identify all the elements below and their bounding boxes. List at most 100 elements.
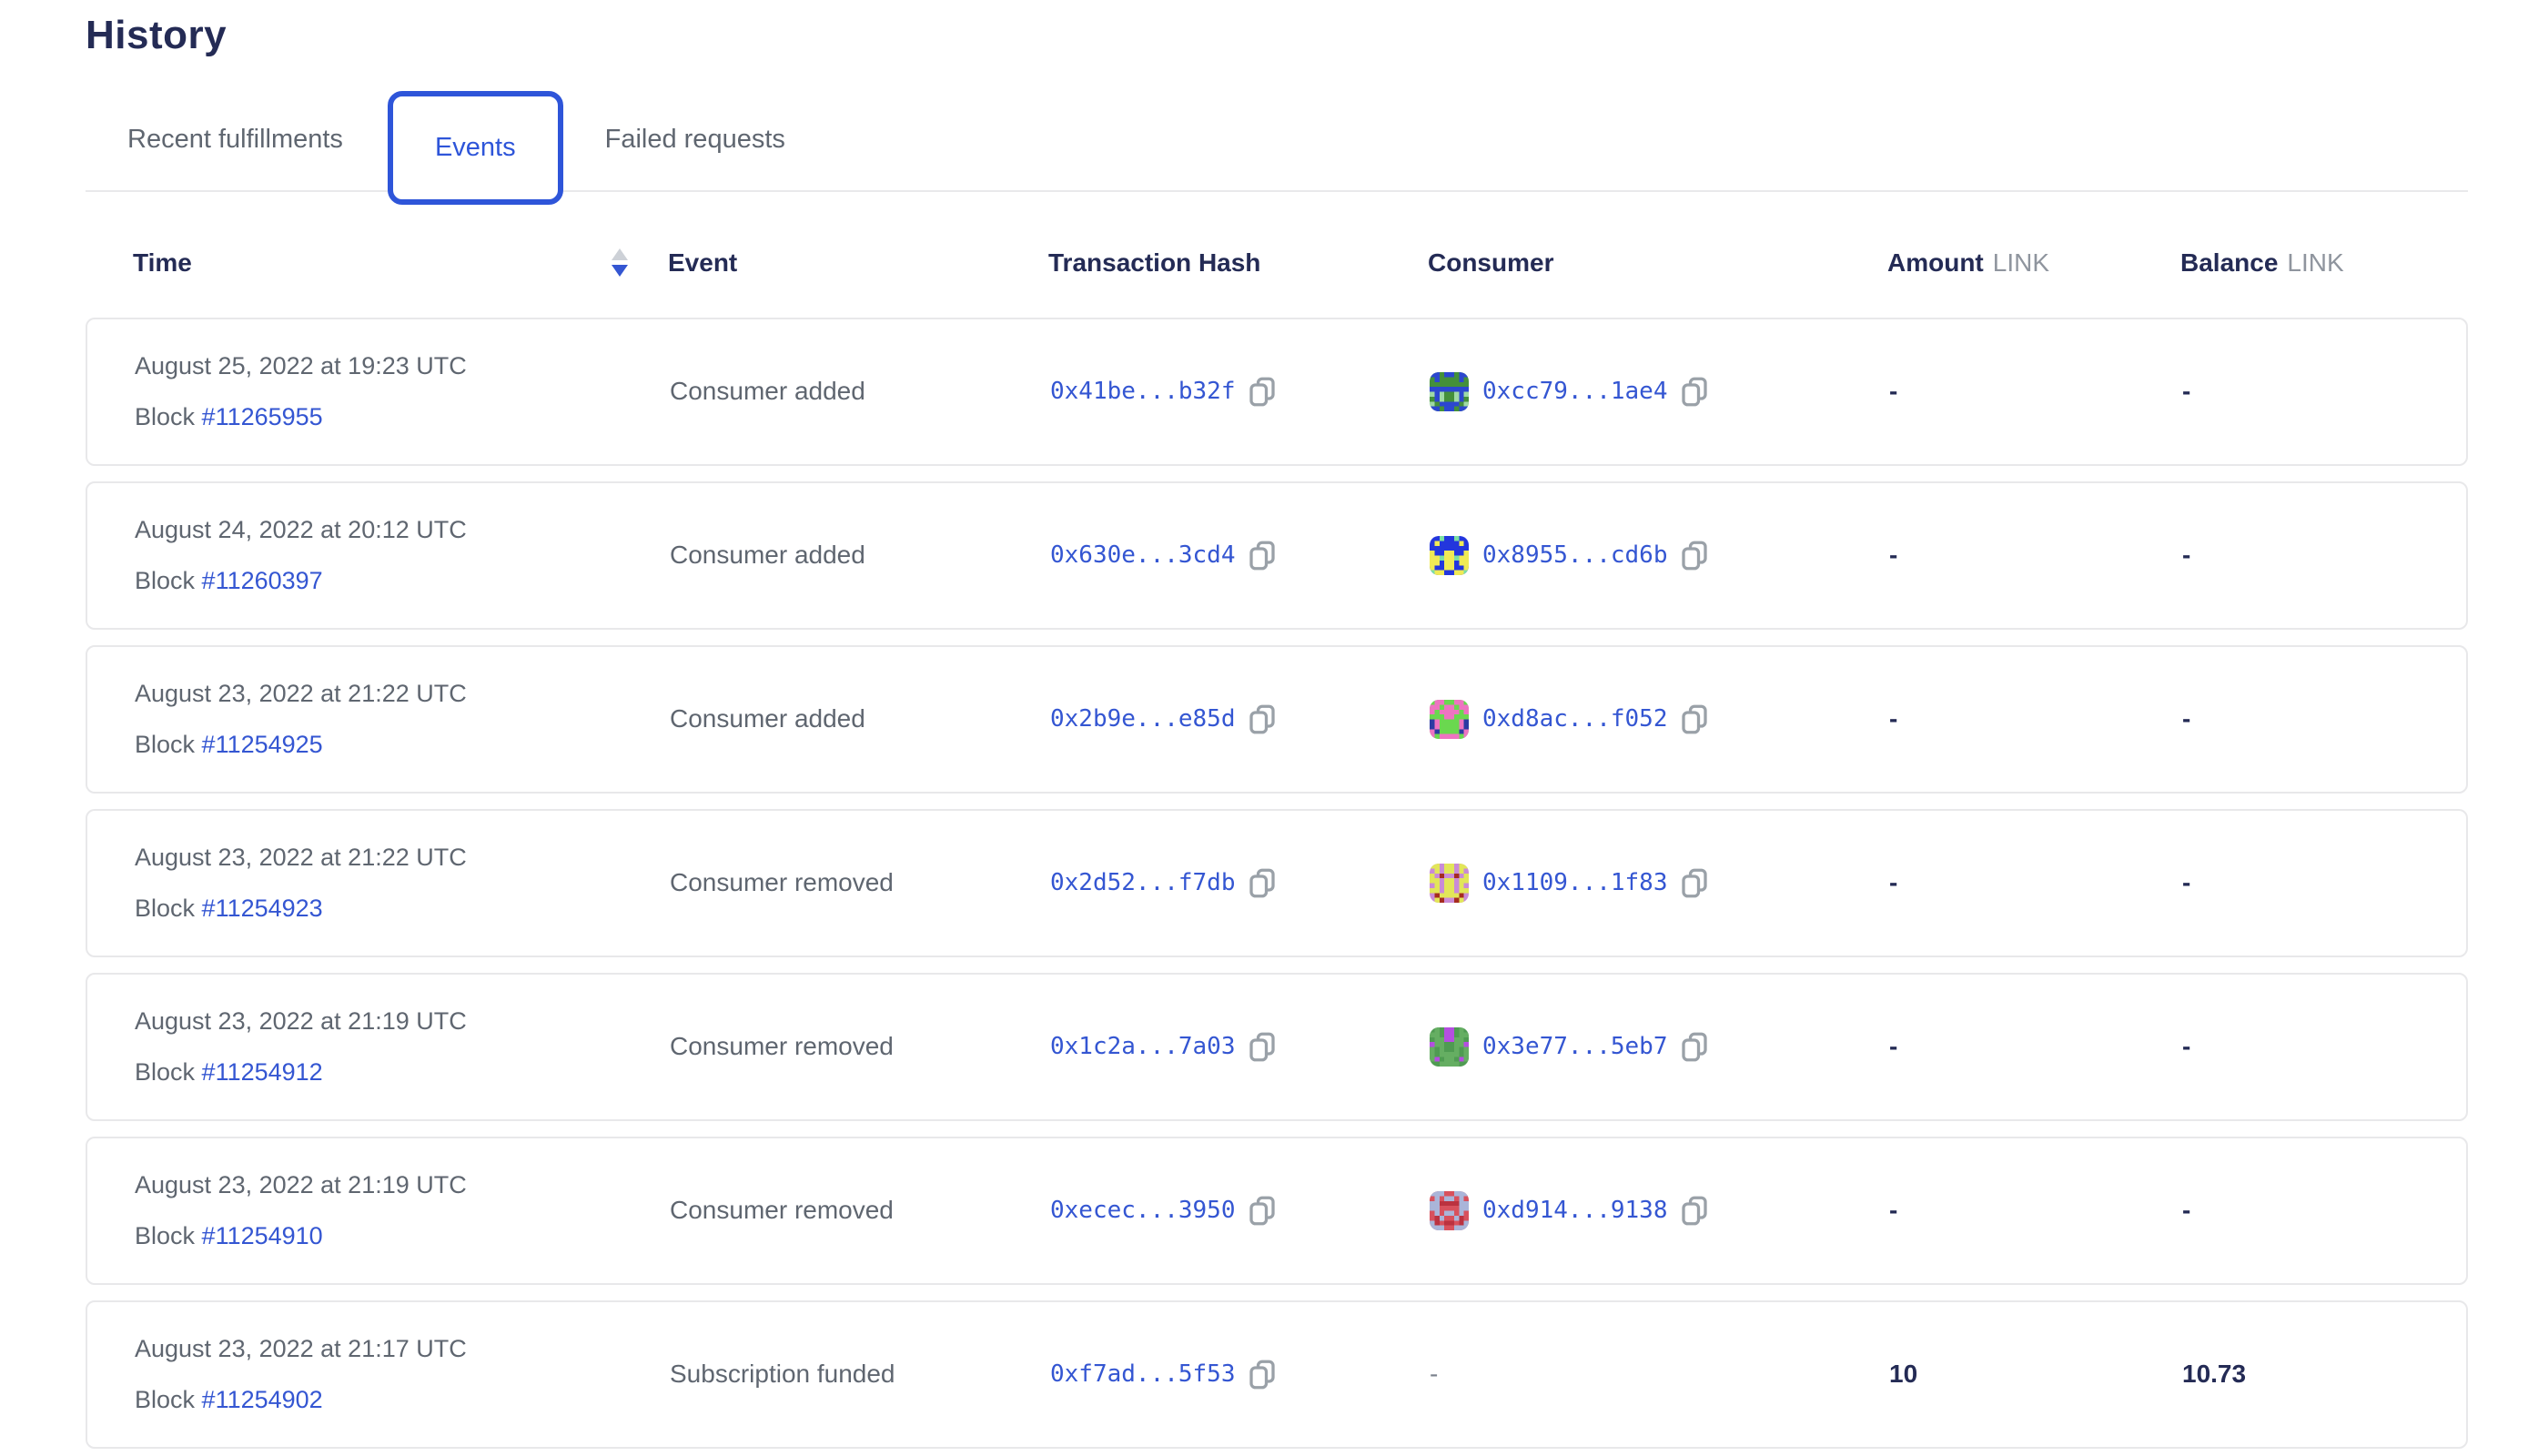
block-label: Block [135, 567, 195, 594]
balance-value: - [2182, 1196, 2466, 1225]
page-title: History [86, 13, 2468, 59]
copy-icon[interactable] [1249, 377, 1276, 407]
block-number-link[interactable]: #11254912 [202, 1058, 323, 1086]
table-header: Time Event Transaction Hash Consumer Amo… [86, 248, 2468, 278]
event-timestamp: August 23, 2022 at 21:19 UTC [135, 1007, 670, 1036]
balance-value: 10.73 [2182, 1360, 2466, 1389]
tab-recent-fulfillments[interactable]: Recent fulfillments [127, 125, 343, 155]
consumer-address-link[interactable]: 0x8955...cd6b [1482, 541, 1668, 569]
event-type: Consumer added [670, 704, 1050, 733]
amount-value: - [1889, 1196, 2182, 1225]
consumer-avatar [1430, 864, 1469, 903]
tx-hash-link[interactable]: 0x630e...3cd4 [1050, 541, 1236, 569]
table-row: August 23, 2022 at 21:22 UTC Block #1125… [86, 645, 2468, 794]
consumer-empty-dash: - [1430, 1360, 1438, 1389]
copy-icon[interactable] [1681, 1032, 1708, 1062]
column-header-event: Event [668, 248, 1048, 278]
event-timestamp: August 23, 2022 at 21:19 UTC [135, 1171, 670, 1199]
block-number-link[interactable]: #11254910 [202, 1222, 323, 1249]
consumer-address-link[interactable]: 0xcc79...1ae4 [1482, 378, 1668, 405]
column-header-time-label: Time [133, 248, 192, 278]
events-table-body: August 25, 2022 at 19:23 UTC Block #1126… [86, 318, 2468, 1449]
balance-value: - [2182, 1032, 2466, 1061]
event-type: Consumer added [670, 541, 1050, 570]
balance-value: - [2182, 704, 2466, 733]
table-row: August 23, 2022 at 21:22 UTC Block #1125… [86, 809, 2468, 957]
block-label: Block [135, 895, 195, 922]
column-header-transaction-hash: Transaction Hash [1048, 248, 1428, 278]
table-row: August 23, 2022 at 21:19 UTC Block #1125… [86, 973, 2468, 1121]
copy-icon[interactable] [1681, 868, 1708, 898]
copy-icon[interactable] [1249, 541, 1276, 571]
event-type: Consumer removed [670, 1032, 1050, 1061]
event-timestamp: August 25, 2022 at 19:23 UTC [135, 352, 670, 380]
column-header-amount: AmountLINK [1887, 248, 2180, 278]
event-type: Consumer removed [670, 868, 1050, 897]
amount-value: - [1889, 704, 2182, 733]
block-label: Block [135, 1386, 195, 1413]
amount-value: - [1889, 868, 2182, 897]
event-timestamp: August 24, 2022 at 20:12 UTC [135, 516, 670, 544]
amount-value: - [1889, 377, 2182, 406]
column-header-consumer: Consumer [1428, 248, 1887, 278]
copy-icon[interactable] [1681, 704, 1708, 734]
consumer-address-link[interactable]: 0x1109...1f83 [1482, 869, 1668, 896]
event-timestamp: August 23, 2022 at 21:22 UTC [135, 844, 670, 872]
consumer-avatar [1430, 536, 1469, 575]
consumer-avatar [1430, 1027, 1469, 1067]
tx-hash-link[interactable]: 0x2d52...f7db [1050, 869, 1236, 896]
copy-icon[interactable] [1249, 704, 1276, 734]
history-page: History Recent fulfillments Events Faile… [0, 0, 2528, 1449]
tx-hash-link[interactable]: 0x1c2a...7a03 [1050, 1033, 1236, 1060]
event-type: Consumer removed [670, 1196, 1050, 1225]
table-row: August 23, 2022 at 21:19 UTC Block #1125… [86, 1137, 2468, 1285]
copy-icon[interactable] [1249, 1360, 1276, 1390]
tab-bar: Recent fulfillments Events Failed reques… [86, 90, 2468, 192]
block-label: Block [135, 403, 195, 430]
block-label: Block [135, 1058, 195, 1086]
event-type: Subscription funded [670, 1360, 1050, 1389]
block-label: Block [135, 731, 195, 758]
block-label: Block [135, 1222, 195, 1249]
column-header-balance: BalanceLINK [2180, 248, 2468, 278]
tx-hash-link[interactable]: 0x2b9e...e85d [1050, 705, 1236, 733]
balance-value: - [2182, 541, 2466, 570]
table-row: August 24, 2022 at 20:12 UTC Block #1126… [86, 481, 2468, 630]
block-number-link[interactable]: #11265955 [202, 403, 323, 430]
copy-icon[interactable] [1249, 868, 1276, 898]
event-type: Consumer added [670, 377, 1050, 406]
consumer-avatar [1430, 1191, 1469, 1230]
block-number-link[interactable]: #11254902 [202, 1386, 323, 1413]
table-row: August 25, 2022 at 19:23 UTC Block #1126… [86, 318, 2468, 466]
tab-failed-requests[interactable]: Failed requests [605, 125, 785, 155]
amount-value: - [1889, 541, 2182, 570]
event-timestamp: August 23, 2022 at 21:17 UTC [135, 1335, 670, 1363]
tx-hash-link[interactable]: 0xecec...3950 [1050, 1197, 1236, 1224]
balance-unit-label: LINK [2287, 248, 2343, 277]
block-number-link[interactable]: #11254923 [202, 895, 323, 922]
balance-value: - [2182, 868, 2466, 897]
tx-hash-link[interactable]: 0x41be...b32f [1050, 378, 1236, 405]
column-header-time[interactable]: Time [133, 248, 668, 278]
copy-icon[interactable] [1681, 377, 1708, 407]
block-number-link[interactable]: #11260397 [202, 567, 323, 594]
sort-descending-icon[interactable] [610, 248, 630, 277]
balance-value: - [2182, 377, 2466, 406]
tx-hash-link[interactable]: 0xf7ad...5f53 [1050, 1360, 1236, 1388]
tab-events[interactable]: Events [388, 91, 563, 205]
block-number-link[interactable]: #11254925 [202, 731, 323, 758]
amount-value: 10 [1889, 1360, 2182, 1389]
copy-icon[interactable] [1249, 1032, 1276, 1062]
copy-icon[interactable] [1681, 1196, 1708, 1226]
consumer-address-link[interactable]: 0x3e77...5eb7 [1482, 1033, 1668, 1060]
copy-icon[interactable] [1681, 541, 1708, 571]
table-row: August 23, 2022 at 21:17 UTC Block #1125… [86, 1300, 2468, 1449]
consumer-address-link[interactable]: 0xd8ac...f052 [1482, 705, 1668, 733]
consumer-avatar [1430, 700, 1469, 739]
amount-value: - [1889, 1032, 2182, 1061]
consumer-avatar [1430, 372, 1469, 411]
amount-unit-label: LINK [1993, 248, 2049, 277]
copy-icon[interactable] [1249, 1196, 1276, 1226]
event-timestamp: August 23, 2022 at 21:22 UTC [135, 680, 670, 708]
consumer-address-link[interactable]: 0xd914...9138 [1482, 1197, 1668, 1224]
